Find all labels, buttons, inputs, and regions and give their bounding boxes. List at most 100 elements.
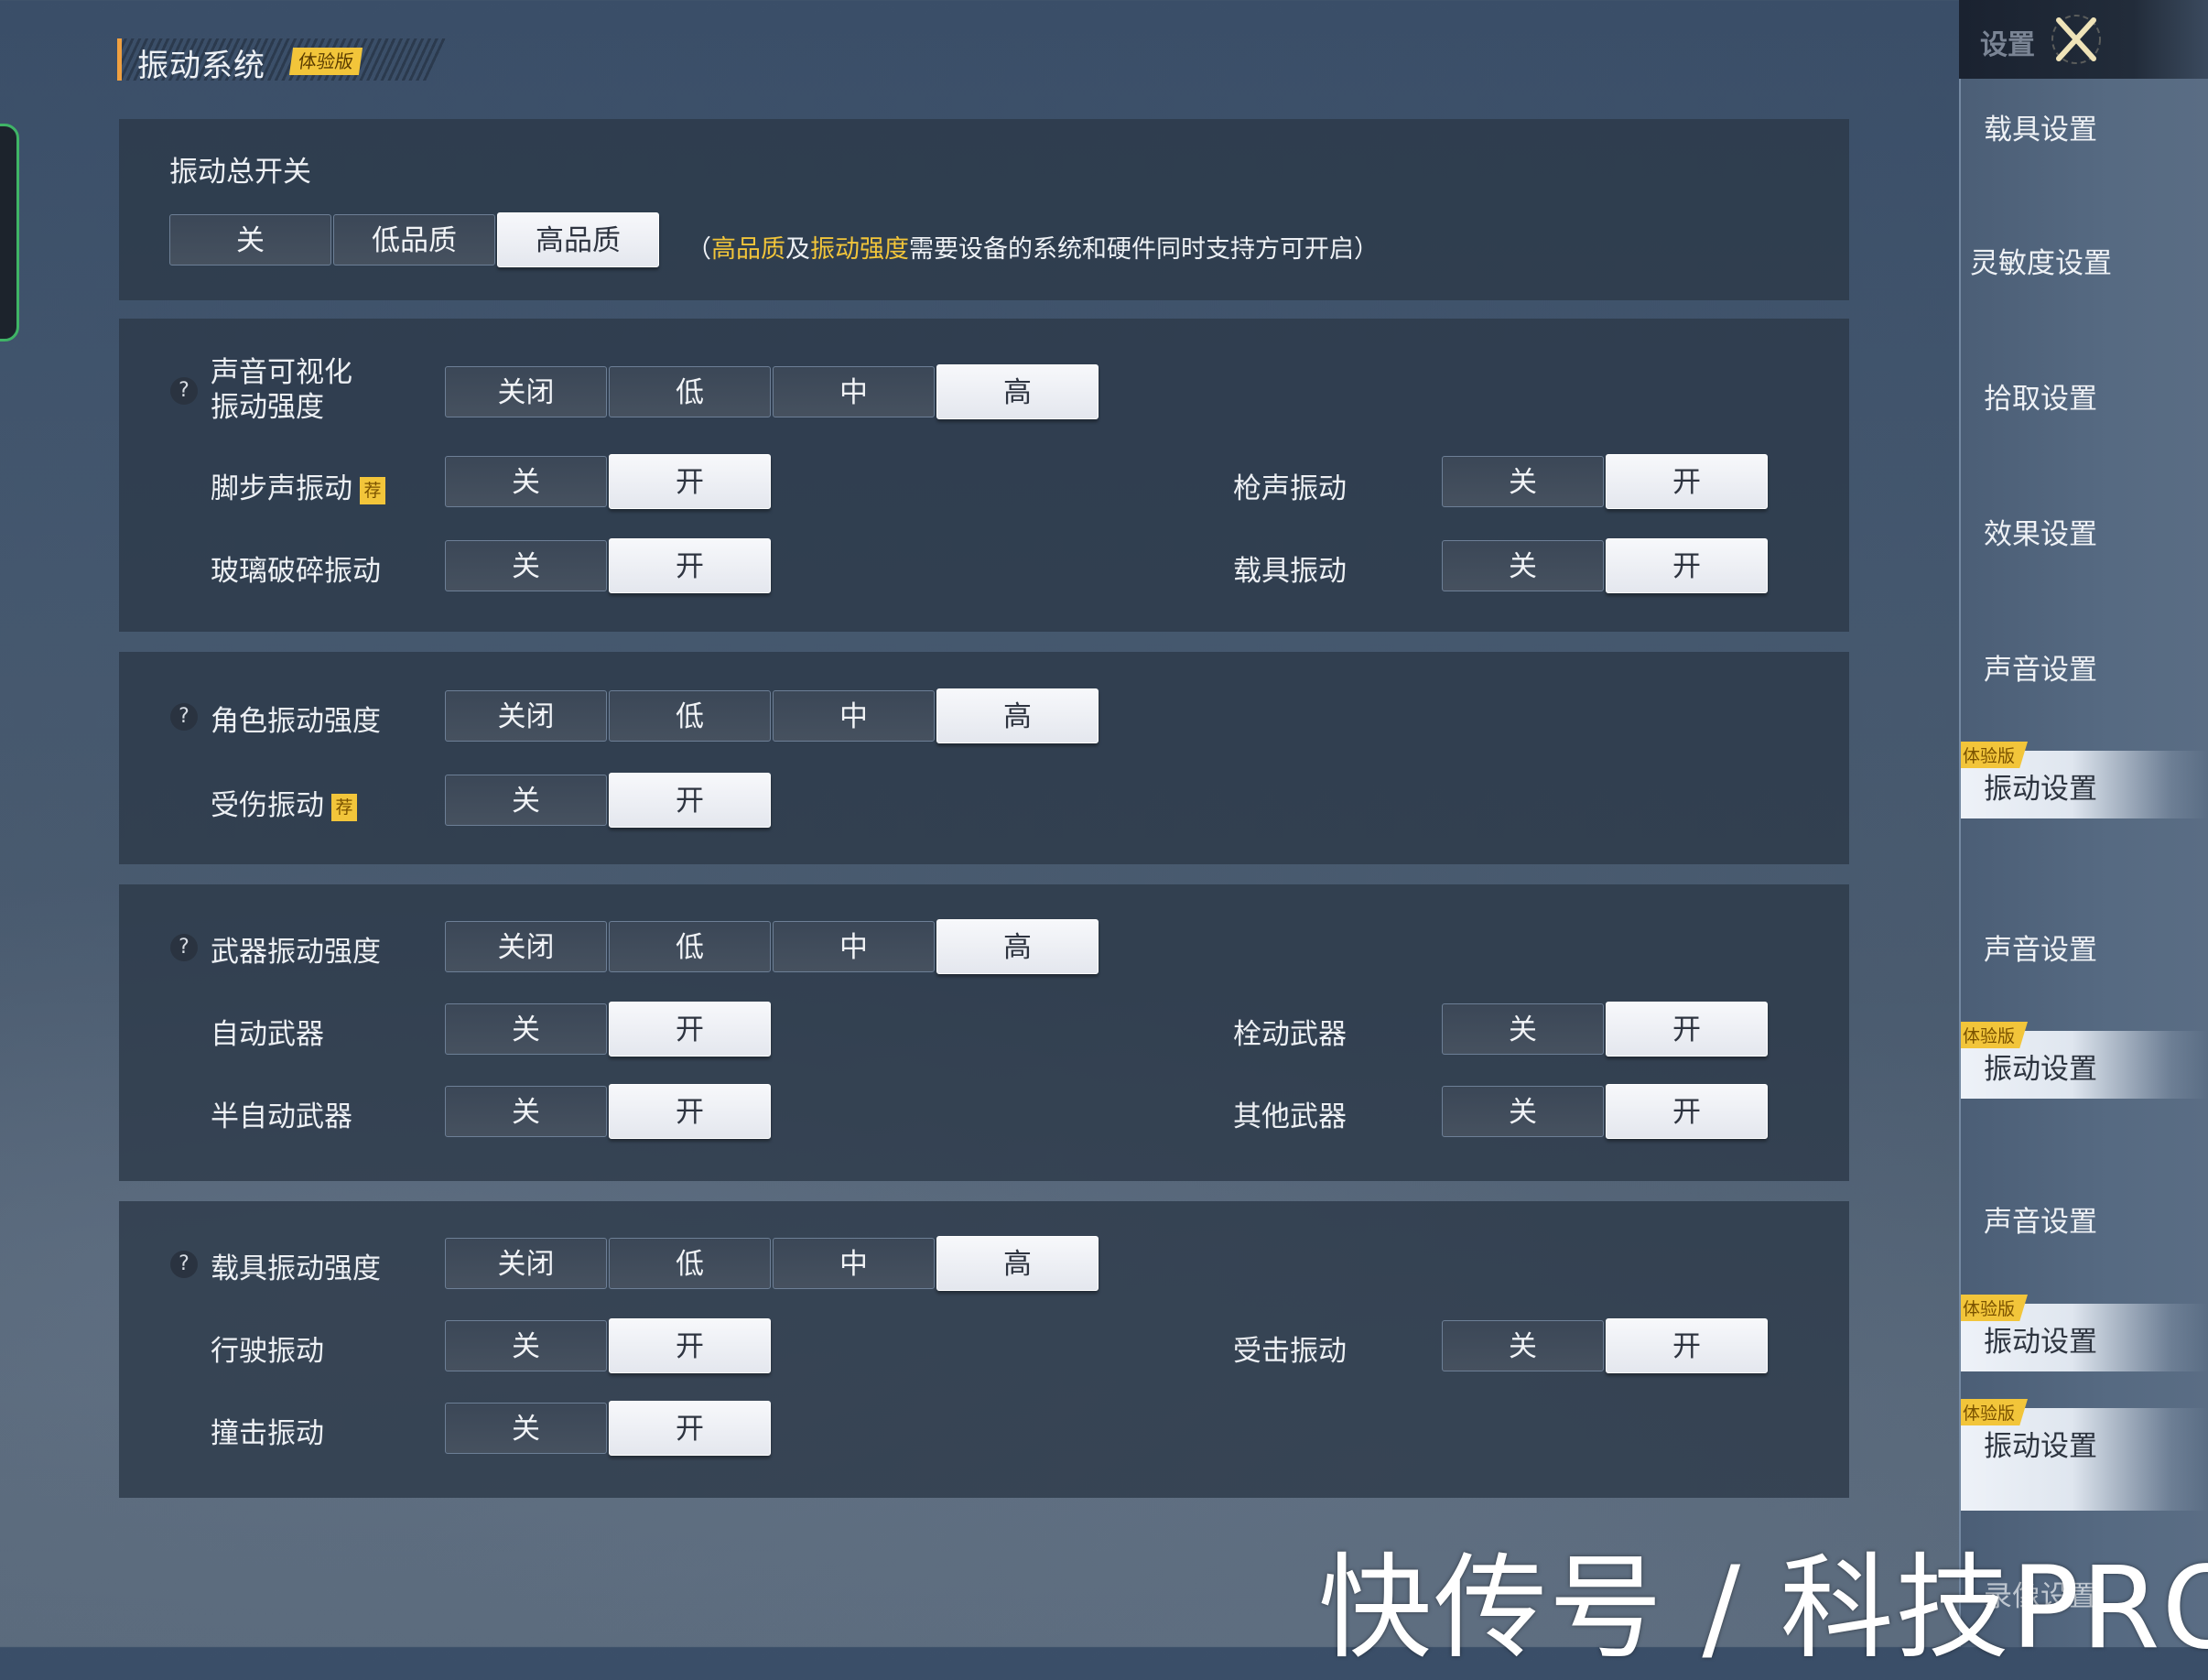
master-option-low-quality[interactable]: 低品质 <box>333 214 495 266</box>
intensity-high[interactable]: 高 <box>936 919 1099 974</box>
trial-badge: 体验版 <box>1961 1295 2029 1321</box>
semi-auto-weapon-label: 半自动武器 <box>211 1100 352 1133</box>
label-line1: 声音可视化 <box>211 356 352 389</box>
master-option-high-quality[interactable]: 高品质 <box>497 212 659 267</box>
sidebar-item-label: 声音设置 <box>1984 1206 2097 1239</box>
help-icon[interactable]: ? <box>170 934 198 961</box>
recommend-badge: 荐 <box>331 793 357 821</box>
note-paren: （ <box>687 235 711 264</box>
close-icon[interactable] <box>2046 9 2106 70</box>
vehicle-intensity-selector: 关闭 低 中 高 <box>445 1236 1100 1291</box>
toggle-on[interactable]: 开 <box>1606 538 1768 593</box>
toggle-on[interactable]: 开 <box>609 773 771 828</box>
sound-visual-intensity-selector: 关闭 低 中 高 <box>445 364 1100 419</box>
help-icon[interactable]: ? <box>170 703 198 731</box>
other-weapon-label: 其他武器 <box>1233 1100 1347 1133</box>
toggle-off[interactable]: 关 <box>1442 456 1604 507</box>
sidebar-item-effects[interactable]: 效果设置 <box>1961 496 2208 564</box>
toggle-off[interactable]: 关 <box>445 1320 607 1371</box>
intensity-low[interactable]: 低 <box>609 1238 771 1289</box>
intensity-medium[interactable]: 中 <box>773 366 935 417</box>
intensity-low[interactable]: 低 <box>609 921 771 972</box>
master-switch-selector: 关 低品质 高品质 <box>169 212 661 267</box>
toggle-on[interactable]: 开 <box>1606 454 1768 509</box>
driving-vibration-toggle: 关 开 <box>445 1318 773 1373</box>
toggle-off[interactable]: 关 <box>445 540 607 591</box>
toggle-off[interactable]: 关 <box>445 775 607 826</box>
sidebar-item-sensitivity[interactable]: 灵敏度设置 <box>1961 225 2208 293</box>
intensity-off[interactable]: 关闭 <box>445 1238 607 1289</box>
master-note: （高品质及振动强度需要设备的系统和硬件同时支持方可开启） <box>687 229 1379 265</box>
trial-badge: 体验版 <box>288 48 363 75</box>
toggle-on[interactable]: 开 <box>1606 1084 1768 1139</box>
damage-vibration-toggle: 关 开 <box>445 773 773 828</box>
sidebar-item-sound[interactable]: 声音设置 <box>1961 632 2208 699</box>
toggle-off[interactable]: 关 <box>445 1003 607 1055</box>
intensity-off[interactable]: 关闭 <box>445 690 607 742</box>
toggle-off[interactable]: 关 <box>1442 1086 1604 1137</box>
intensity-off[interactable]: 关闭 <box>445 366 607 417</box>
sidebar-item-pickup[interactable]: 拾取设置 <box>1961 361 2208 428</box>
intensity-high[interactable]: 高 <box>936 364 1099 419</box>
toggle-on[interactable]: 开 <box>1606 1318 1768 1373</box>
toggle-off[interactable]: 关 <box>445 1403 607 1454</box>
auto-weapon-label: 自动武器 <box>211 1018 324 1051</box>
sidebar-item-label: 声音设置 <box>1984 934 2097 967</box>
toggle-on[interactable]: 开 <box>609 1002 771 1057</box>
label-text: 脚步声振动 <box>211 472 352 505</box>
toggle-off[interactable]: 关 <box>1442 1320 1604 1371</box>
page-title: 振动系统 <box>137 48 265 84</box>
intensity-low[interactable]: 低 <box>609 366 771 417</box>
other-weapon-toggle: 关 开 <box>1442 1084 1770 1139</box>
trial-badge: 体验版 <box>1961 742 2029 768</box>
hit-vibration-toggle: 关 开 <box>1442 1318 1770 1373</box>
intensity-high[interactable]: 高 <box>936 1236 1099 1291</box>
intensity-medium[interactable]: 中 <box>773 921 935 972</box>
help-icon[interactable]: ? <box>170 1251 198 1278</box>
sidebar-item-label: 灵敏度设置 <box>1970 247 2112 280</box>
toggle-on[interactable]: 开 <box>609 1318 771 1373</box>
intensity-medium[interactable]: 中 <box>773 1238 935 1289</box>
recommend-badge: 荐 <box>360 476 385 504</box>
toggle-off[interactable]: 关 <box>445 456 607 507</box>
intensity-high[interactable]: 高 <box>936 688 1099 743</box>
vehicle-vibration-toggle: 关 开 <box>1442 538 1770 593</box>
note-highlight-intensity: 振动强度 <box>810 235 909 264</box>
left-side-tab[interactable] <box>0 124 19 341</box>
intensity-medium[interactable]: 中 <box>773 690 935 742</box>
sidebar-item-vibration[interactable]: 体验版 振动设置 <box>1961 1022 2208 1099</box>
bolt-weapon-toggle: 关 开 <box>1442 1002 1770 1057</box>
toggle-on[interactable]: 开 <box>1606 1002 1768 1057</box>
collision-vibration-toggle: 关 开 <box>445 1401 773 1456</box>
sidebar-item-sound[interactable]: 声音设置 <box>1961 1184 2208 1252</box>
character-intensity-selector: 关闭 低 中 高 <box>445 688 1100 743</box>
sidebar-item-label: 声音设置 <box>1984 654 2097 687</box>
sidebar-item-sound[interactable]: 声音设置 <box>1961 912 2208 980</box>
toggle-off[interactable]: 关 <box>1442 1003 1604 1055</box>
toggle-on[interactable]: 开 <box>609 454 771 509</box>
hit-vibration-label: 受击振动 <box>1233 1335 1347 1368</box>
toggle-off[interactable]: 关 <box>445 1086 607 1137</box>
toggle-on[interactable]: 开 <box>609 538 771 593</box>
intensity-low[interactable]: 低 <box>609 690 771 742</box>
vehicle-vibration-panel: ? 载具振动强度 关闭 低 中 高 行驶振动 关 开 受击振动 关 开 撞击振动… <box>119 1201 1849 1498</box>
toggle-on[interactable]: 开 <box>609 1401 771 1456</box>
sidebar-item-vibration[interactable]: 体验版 振动设置 <box>1961 742 2208 818</box>
trial-badge: 体验版 <box>1961 1022 2029 1048</box>
master-option-off[interactable]: 关 <box>169 214 331 266</box>
bolt-weapon-label: 栓动武器 <box>1233 1018 1347 1051</box>
sidebar-item-vibration[interactable]: 体验版 振动设置 <box>1961 1295 2208 1371</box>
sidebar-item-vehicle[interactable]: 载具设置 <box>1961 92 2208 159</box>
toggle-off[interactable]: 关 <box>1442 540 1604 591</box>
weapon-intensity-label: 武器振动强度 <box>211 936 381 969</box>
sidebar-item-label: 载具设置 <box>1984 114 2097 146</box>
sidebar-item-label: 效果设置 <box>1984 518 2097 551</box>
sound-visual-intensity-label: 声音可视化 振动强度 <box>211 355 352 425</box>
note-and: 及 <box>785 235 810 264</box>
intensity-off[interactable]: 关闭 <box>445 921 607 972</box>
toggle-on[interactable]: 开 <box>609 1084 771 1139</box>
sidebar-item-vibration[interactable]: 体验版 振动设置 <box>1961 1399 2208 1511</box>
glass-break-vibration-label: 玻璃破碎振动 <box>211 555 381 588</box>
gunshot-vibration-label: 枪声振动 <box>1233 472 1347 505</box>
help-icon[interactable]: ? <box>170 377 198 405</box>
